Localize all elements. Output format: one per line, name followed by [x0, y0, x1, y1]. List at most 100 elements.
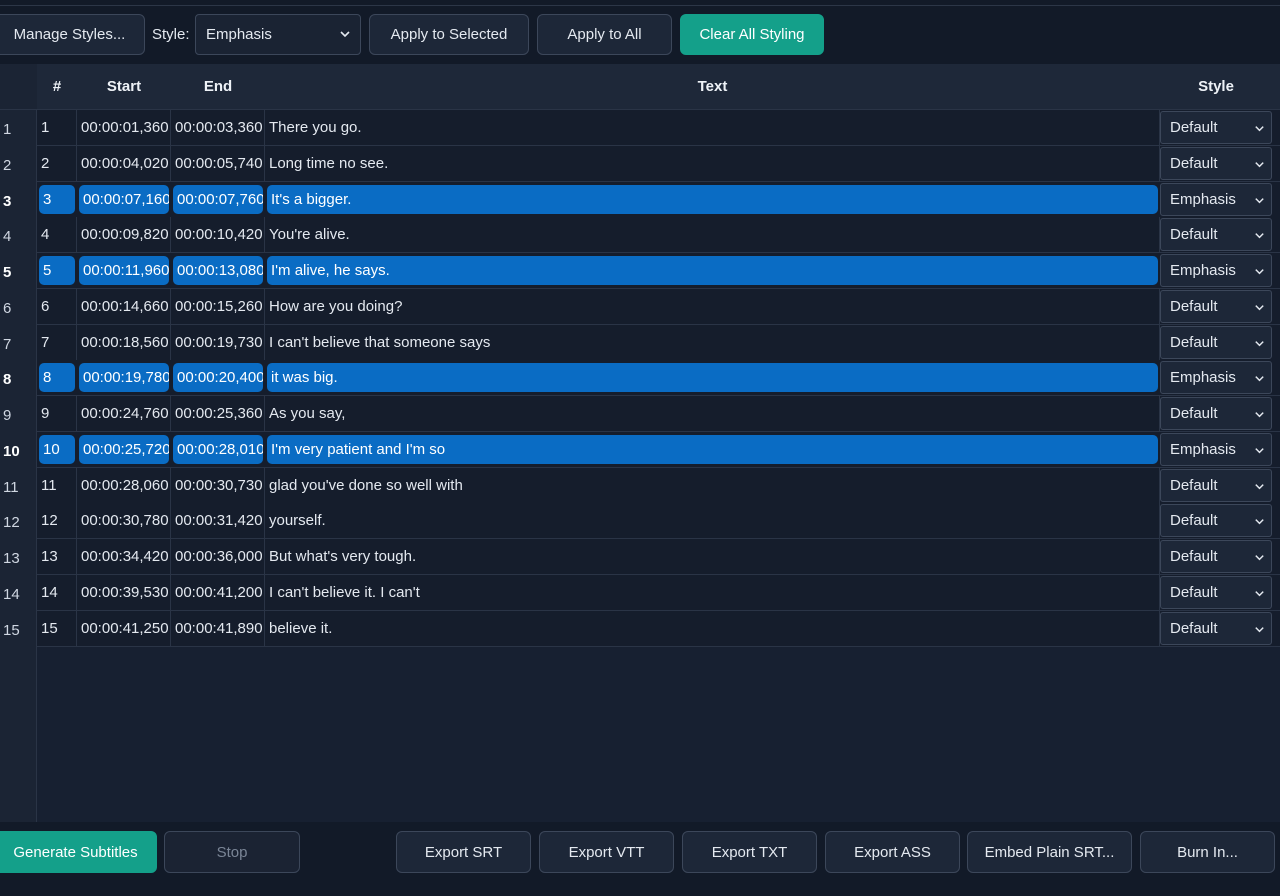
cell-start[interactable]: 00:00:28,060 — [77, 467, 171, 503]
row-number[interactable]: 7 — [0, 325, 37, 361]
cell-num[interactable]: 15 — [37, 610, 77, 646]
table-row[interactable]: 7 7 00:00:18,560 00:00:19,730 I can't believ… — [0, 324, 1280, 361]
cell-num[interactable]: 2 — [37, 145, 77, 181]
row-number[interactable]: 8 — [0, 360, 37, 396]
cell-num[interactable]: 5 — [39, 256, 75, 285]
row-style-select[interactable]: Default — [1160, 146, 1272, 180]
cell-text[interactable]: yourself. — [265, 503, 1160, 539]
cell-start[interactable]: 00:00:18,560 — [77, 324, 171, 360]
cell-end[interactable]: 00:00:13,080 — [173, 256, 263, 285]
table-row[interactable]: 13 13 00:00:34,420 00:00:36,000 But what's v… — [0, 539, 1280, 575]
row-style-select[interactable]: Default — [1160, 111, 1272, 144]
header-num[interactable]: # — [37, 64, 77, 110]
row-style-select[interactable]: Default — [1160, 575, 1272, 609]
cell-start[interactable]: 00:00:04,020 — [77, 145, 171, 181]
cell-start[interactable]: 00:00:34,420 — [77, 539, 171, 574]
cell-num[interactable]: 1 — [37, 110, 77, 145]
cell-start[interactable]: 00:00:24,760 — [77, 396, 171, 431]
row-style-select[interactable]: Default — [1160, 468, 1272, 502]
cell-end[interactable]: 00:00:20,400 — [173, 363, 263, 393]
cell-num[interactable]: 12 — [37, 503, 77, 539]
row-style-select[interactable]: Default — [1160, 289, 1272, 323]
cell-end[interactable]: 00:00:15,260 — [171, 288, 265, 324]
table-row[interactable]: 10 10 00:00:25,720 00:00:28,010 I'm very pat… — [0, 431, 1280, 468]
row-style-select[interactable]: Default — [1160, 611, 1272, 645]
cell-start[interactable]: 00:00:07,160 — [79, 184, 169, 214]
cell-num[interactable]: 13 — [37, 539, 77, 574]
row-number[interactable]: 3 — [0, 182, 37, 218]
cell-text[interactable]: it was big. — [267, 363, 1158, 393]
apply-to-selected-button[interactable]: Apply to Selected — [369, 14, 529, 55]
row-number[interactable]: 1 — [0, 110, 37, 146]
row-number[interactable]: 4 — [0, 217, 37, 253]
header-style[interactable]: Style — [1160, 64, 1272, 110]
table-row[interactable]: 8 8 00:00:19,780 00:00:20,400 it was big. Emp… — [0, 360, 1280, 397]
row-number[interactable]: 6 — [0, 289, 37, 325]
table-row[interactable]: 2 2 00:00:04,020 00:00:05,740 Long time no s… — [0, 145, 1280, 182]
row-style-select[interactable]: Default — [1160, 218, 1272, 252]
apply-to-all-button[interactable]: Apply to All — [537, 14, 672, 55]
cell-end[interactable]: 00:00:05,740 — [171, 145, 265, 181]
table-row[interactable]: 5 5 00:00:11,960 00:00:13,080 I'm alive, he … — [0, 253, 1280, 289]
cell-text[interactable]: I can't believe it. I can't — [265, 574, 1160, 610]
row-number[interactable]: 13 — [0, 539, 37, 575]
cell-end[interactable]: 00:00:07,760 — [173, 184, 263, 214]
cell-text[interactable]: It's a bigger. — [267, 184, 1158, 214]
cell-text[interactable]: believe it. — [265, 610, 1160, 646]
cell-start[interactable]: 00:00:30,780 — [77, 503, 171, 539]
cell-end[interactable]: 00:00:28,010 — [173, 434, 263, 464]
cell-num[interactable]: 14 — [37, 574, 77, 610]
row-style-select[interactable]: Emphasis — [1160, 361, 1272, 395]
clear-all-styling-button[interactable]: Clear All Styling — [680, 14, 824, 55]
generate-subtitles-button[interactable]: Generate Subtitles — [0, 831, 157, 873]
embed-plain-srt-button[interactable]: Embed Plain SRT... — [967, 831, 1132, 873]
cell-text[interactable]: You're alive. — [265, 217, 1160, 253]
table-row[interactable]: 14 14 00:00:39,530 00:00:41,200 I can't beli… — [0, 574, 1280, 611]
table-row[interactable]: 3 3 00:00:07,160 00:00:07,760 It's a bigger.… — [0, 181, 1280, 218]
table-row[interactable]: 6 6 00:00:14,660 00:00:15,260 How are you do… — [0, 288, 1280, 325]
table-row[interactable]: 11 11 00:00:28,060 00:00:30,730 glad you've … — [0, 467, 1280, 504]
burn-in-button[interactable]: Burn In... — [1140, 831, 1275, 873]
header-start[interactable]: Start — [77, 64, 171, 110]
row-number[interactable]: 14 — [0, 575, 37, 611]
cell-text[interactable]: I'm alive, he says. — [267, 256, 1158, 285]
cell-end[interactable]: 00:00:30,730 — [171, 467, 265, 503]
cell-num[interactable]: 8 — [39, 363, 75, 393]
cell-text[interactable]: As you say, — [265, 396, 1160, 431]
table-row[interactable]: 15 15 00:00:41,250 00:00:41,890 believe it. D… — [0, 610, 1280, 647]
cell-text[interactable]: But what's very tough. — [265, 539, 1160, 574]
table-row[interactable]: 1 1 00:00:01,360 00:00:03,360 There you go. D… — [0, 110, 1280, 146]
table-corner[interactable] — [0, 64, 37, 110]
cell-text[interactable]: Long time no see. — [265, 145, 1160, 181]
cell-start[interactable]: 00:00:41,250 — [77, 610, 171, 646]
cell-start[interactable]: 00:00:11,960 — [79, 256, 169, 285]
cell-num[interactable]: 6 — [37, 288, 77, 324]
row-number[interactable]: 12 — [0, 503, 37, 539]
cell-end[interactable]: 00:00:41,890 — [171, 610, 265, 646]
cell-text[interactable]: I'm very patient and I'm so — [267, 434, 1158, 464]
cell-text[interactable]: There you go. — [265, 110, 1160, 145]
cell-end[interactable]: 00:00:03,360 — [171, 110, 265, 145]
cell-end[interactable]: 00:00:36,000 — [171, 539, 265, 574]
row-number[interactable]: 15 — [0, 611, 37, 647]
cell-end[interactable]: 00:00:41,200 — [171, 574, 265, 610]
row-style-select[interactable]: Emphasis — [1160, 254, 1272, 287]
table-row[interactable]: 4 4 00:00:09,820 00:00:10,420 You're alive. D… — [0, 217, 1280, 254]
row-style-select[interactable]: Emphasis — [1160, 182, 1272, 216]
cell-end[interactable]: 00:00:25,360 — [171, 396, 265, 431]
cell-start[interactable]: 00:00:39,530 — [77, 574, 171, 610]
cell-start[interactable]: 00:00:14,660 — [77, 288, 171, 324]
row-style-select[interactable]: Default — [1160, 325, 1272, 359]
cell-num[interactable]: 7 — [37, 324, 77, 360]
cell-num[interactable]: 3 — [39, 184, 75, 214]
cell-start[interactable]: 00:00:25,720 — [79, 434, 169, 464]
row-number[interactable]: 11 — [0, 468, 37, 504]
row-style-select[interactable]: Emphasis — [1160, 432, 1272, 466]
cell-num[interactable]: 4 — [37, 217, 77, 253]
cell-start[interactable]: 00:00:19,780 — [79, 363, 169, 393]
cell-text[interactable]: I can't believe that someone says — [265, 324, 1160, 360]
cell-num[interactable]: 10 — [39, 434, 75, 464]
cell-end[interactable]: 00:00:31,420 — [171, 503, 265, 539]
export-srt-button[interactable]: Export SRT — [396, 831, 531, 873]
cell-start[interactable]: 00:00:09,820 — [77, 217, 171, 253]
